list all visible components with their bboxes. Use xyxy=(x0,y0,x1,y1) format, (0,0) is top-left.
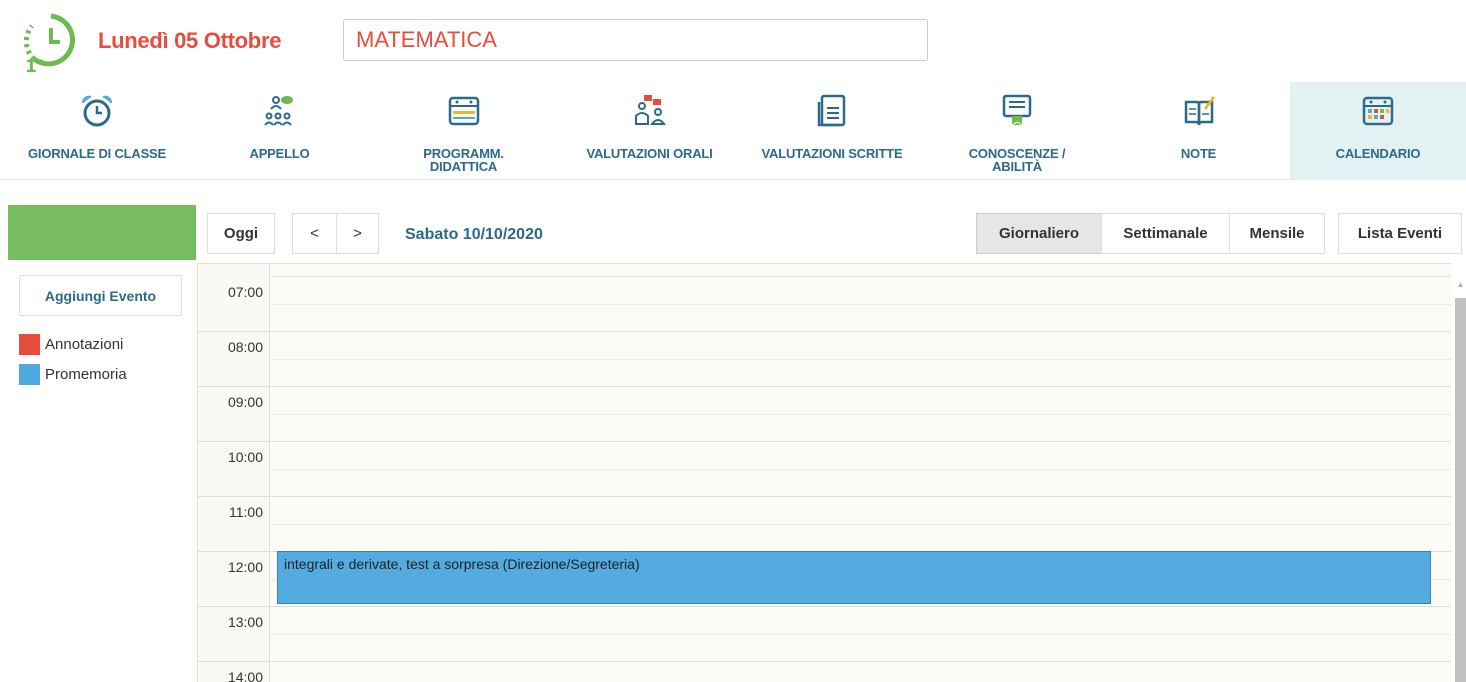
nav-note[interactable]: NOTE xyxy=(1107,82,1290,180)
hour-label: 07:00 xyxy=(227,284,263,300)
nav-label: NOTE xyxy=(1180,146,1217,161)
nav-giornale-di-classe[interactable]: GIORNALE DI CLASSE xyxy=(0,82,194,180)
notes-book-icon xyxy=(1182,94,1216,128)
nav-programm-didattica[interactable]: PROGRAMM. DIDATTICA xyxy=(365,82,562,180)
nav-label: CONOSCENZE / ABILITÀ xyxy=(968,146,1066,174)
hour-label: 11:00 xyxy=(229,504,263,520)
hour-label: 13:00 xyxy=(227,614,263,630)
nav-conoscenze-abilita[interactable]: CONOSCENZE / ABILITÀ xyxy=(927,82,1107,180)
nav-label: GIORNALE DI CLASSE xyxy=(28,146,166,161)
hour-label: 09:00 xyxy=(227,394,263,410)
calendar-icon xyxy=(1361,94,1395,128)
calendar-plan-icon xyxy=(447,94,481,128)
nav-label: PROGRAMM. DIDATTICA xyxy=(423,146,504,174)
legend-label: Promemoria xyxy=(45,365,127,383)
nav-label: CALENDARIO xyxy=(1335,146,1421,161)
view-mensile-button[interactable]: Mensile xyxy=(1229,213,1325,254)
nav-valutazioni-orali[interactable]: VALUTAZIONI ORALI xyxy=(562,82,737,180)
calendar-event[interactable]: integrali e derivate, test a sorpresa (D… xyxy=(277,551,1431,604)
legend-item-promemoria: Promemoria xyxy=(19,363,127,385)
add-event-button[interactable]: Aggiungi Evento xyxy=(19,275,182,316)
skills-certificate-icon xyxy=(1000,94,1034,128)
event-list-button[interactable]: Lista Eventi xyxy=(1338,213,1462,254)
scroll-up-arrow-icon[interactable]: ▲ xyxy=(1455,278,1466,292)
app-header: 1° Lunedì 05 Ottobre MATEMATICA xyxy=(0,0,1466,80)
hour-label: 12:00 xyxy=(227,559,263,575)
scrollbar-thumb[interactable] xyxy=(1455,298,1466,682)
calendar-current-date: Sabato 10/10/2020 xyxy=(405,226,543,243)
next-button[interactable]: > xyxy=(336,213,379,254)
prev-button[interactable]: < xyxy=(292,213,337,254)
legend-label: Annotazioni xyxy=(45,335,124,353)
event-legend: Annotazioni Promemoria xyxy=(19,333,127,393)
legend-swatch xyxy=(19,363,40,385)
calendar-scrollbar[interactable]: ▲ xyxy=(1453,278,1466,682)
svg-text:1°: 1° xyxy=(25,57,45,74)
day-calendar-grid: 07:00 08:00 09:00 10:00 11:00 12:00 13:0… xyxy=(197,263,1451,682)
view-settimanale-button[interactable]: Settimanale xyxy=(1101,213,1230,254)
attendance-group-icon xyxy=(263,94,297,128)
nav-label: VALUTAZIONI SCRITTE xyxy=(761,146,903,161)
nav-label: APPELLO xyxy=(249,146,310,161)
today-button[interactable]: Oggi xyxy=(207,213,275,254)
sidebar-header-bar xyxy=(8,205,196,260)
legend-swatch xyxy=(19,333,40,355)
time-slots[interactable] xyxy=(271,264,1451,682)
nav-label: VALUTAZIONI ORALI xyxy=(586,146,713,161)
oral-grades-icon xyxy=(633,94,667,128)
nav-valutazioni-scritte[interactable]: VALUTAZIONI SCRITTE xyxy=(737,82,927,180)
main-navigation: GIORNALE DI CLASSE APPELLO PROGRAMM. DID… xyxy=(0,82,1466,180)
view-giornaliero-button[interactable]: Giornaliero xyxy=(976,213,1102,254)
nav-calendario[interactable]: CALENDARIO xyxy=(1290,82,1466,180)
hour-label: 14:00 xyxy=(227,669,263,682)
time-column: 07:00 08:00 09:00 10:00 11:00 12:00 13:0… xyxy=(198,264,270,682)
legend-item-annotazioni: Annotazioni xyxy=(19,333,127,355)
alarm-clock-icon xyxy=(80,94,114,128)
class-logo-icon: 1° xyxy=(23,10,78,77)
current-date-title: Lunedì 05 Ottobre xyxy=(98,28,282,53)
subject-selector[interactable]: MATEMATICA xyxy=(343,19,928,61)
hour-label: 08:00 xyxy=(227,339,263,355)
written-grades-icon xyxy=(815,94,849,128)
nav-appello[interactable]: APPELLO xyxy=(194,82,365,180)
hour-label: 10:00 xyxy=(227,449,263,465)
